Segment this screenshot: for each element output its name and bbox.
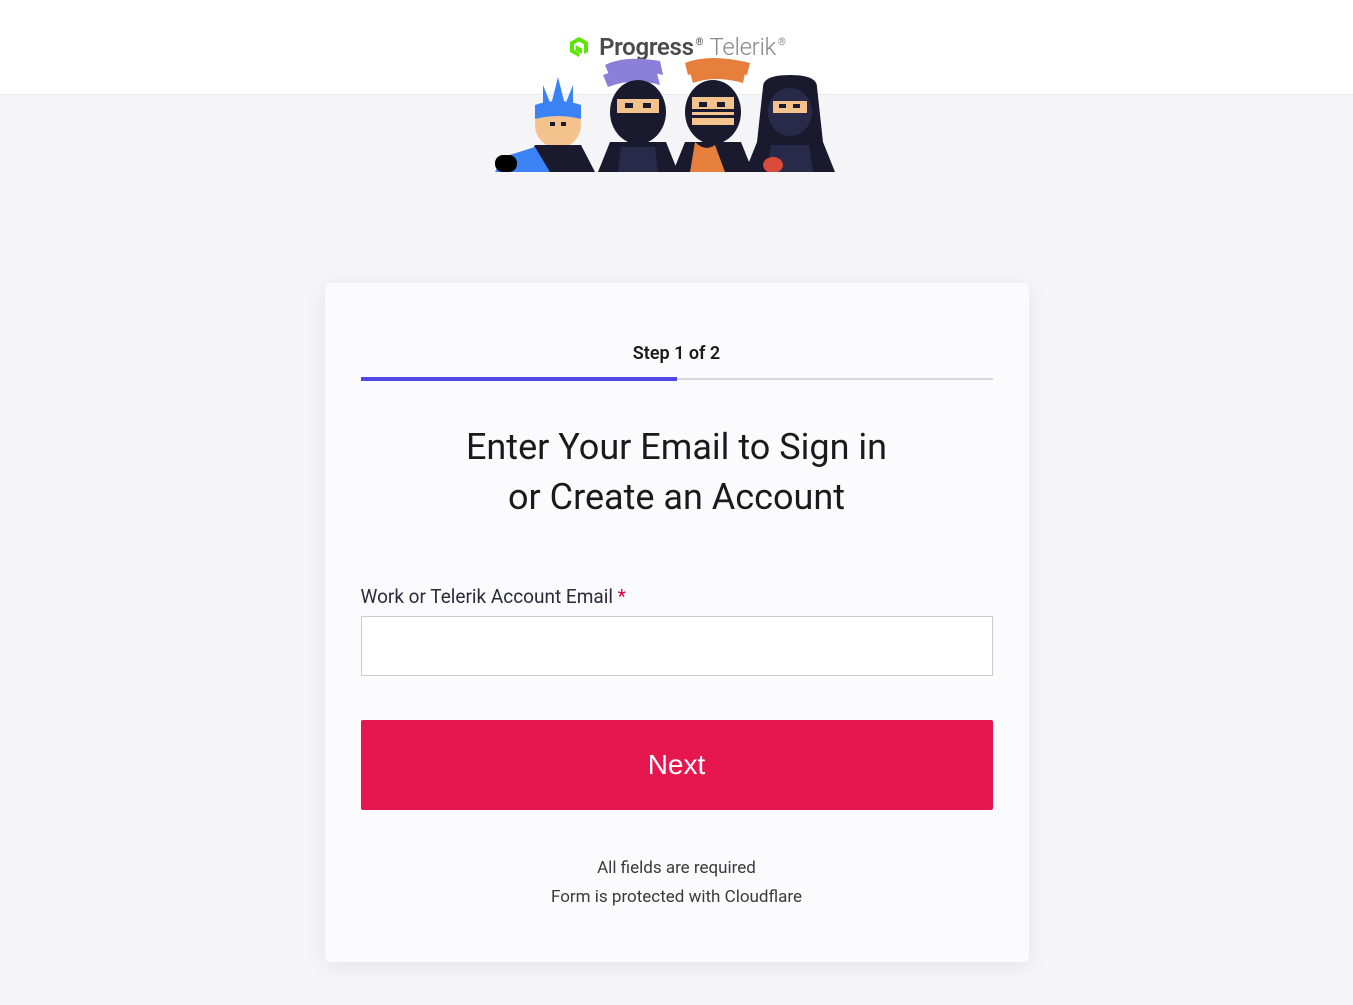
registered-mark: ® <box>778 37 786 48</box>
progress-bar <box>361 378 993 380</box>
step-indicator: Step 1 of 2 <box>361 343 993 364</box>
progress-icon <box>567 35 591 59</box>
signin-card: Step 1 of 2 Enter Your Email to Sign in … <box>325 283 1029 962</box>
required-indicator: * <box>618 585 626 608</box>
email-label-text: Work or Telerik Account Email <box>361 585 613 608</box>
footer-line-1: All fields are required <box>361 854 993 883</box>
progress-fill <box>361 377 677 381</box>
page-title: Enter Your Email to Sign in or Create an… <box>361 422 993 523</box>
ninjas-illustration <box>495 57 859 172</box>
registered-mark: ® <box>696 37 704 48</box>
page-background: Step 1 of 2 Enter Your Email to Sign in … <box>0 95 1353 1005</box>
next-button[interactable]: Next <box>361 720 993 810</box>
footer-line-2: Form is protected with Cloudflare <box>361 883 993 912</box>
heading-line-2: or Create an Account <box>361 472 993 522</box>
footer-note: All fields are required Form is protecte… <box>361 854 993 912</box>
heading-line-1: Enter Your Email to Sign in <box>361 422 993 472</box>
email-label: Work or Telerik Account Email * <box>361 585 993 608</box>
email-field[interactable] <box>361 616 993 676</box>
